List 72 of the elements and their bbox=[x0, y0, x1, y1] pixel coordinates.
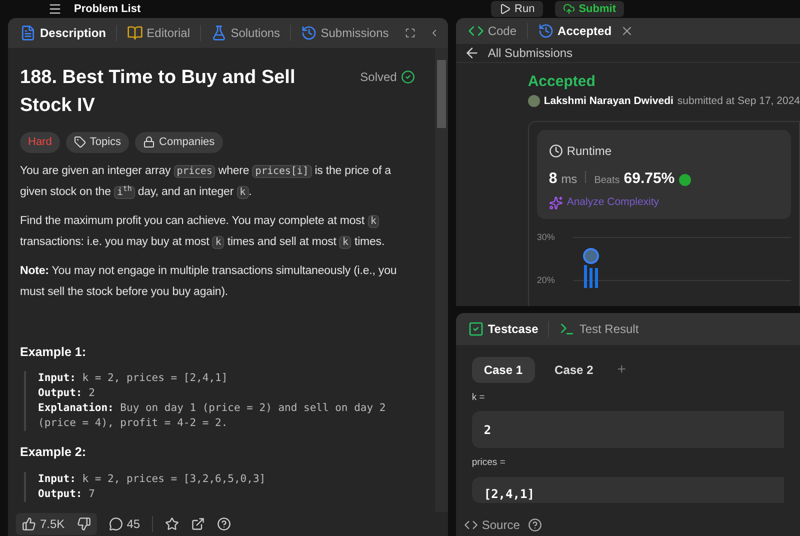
input-label: prices = bbox=[472, 456, 506, 470]
book-icon bbox=[126, 25, 143, 41]
runtime-unit: ms bbox=[561, 171, 578, 188]
description-paragraph: Note: You may not engage in multiple transactions simultaneously (i.e., you must sell the stock before you buy again). bbox=[20, 264, 398, 300]
problem-list-link[interactable]: Problem List bbox=[74, 0, 141, 18]
upload-icon bbox=[562, 3, 575, 15]
beats-label: Beats bbox=[594, 174, 620, 188]
submit-button[interactable]: Submit bbox=[554, 1, 624, 17]
problem-title: 188. Best Time to Buy and Sell Stock IV bbox=[20, 66, 296, 118]
difficulty-badge: Hard bbox=[20, 132, 60, 152]
checkbox-icon bbox=[468, 321, 484, 337]
panel-tab[interactable]: Accepted bbox=[534, 18, 638, 44]
description-paragraph: Find the maximum profit you can achieve. You may complete at most k transactions: i.e. you may buy at most k times and sell at most k times. bbox=[20, 214, 386, 250]
histogram-drawing bbox=[580, 248, 601, 288]
input-field[interactable]: [2,4,1] bbox=[472, 476, 784, 502]
thumbs-down-icon[interactable] bbox=[76, 517, 91, 531]
avatar bbox=[528, 95, 540, 108]
source-button[interactable]: Source bbox=[464, 516, 520, 534]
play-icon bbox=[498, 3, 511, 15]
input-field[interactable]: 2 bbox=[472, 411, 784, 448]
example-heading: Example 2: bbox=[20, 444, 88, 462]
panel-tab[interactable]: Editorial bbox=[122, 20, 194, 46]
menu-icon[interactable] bbox=[48, 2, 62, 16]
history-icon bbox=[538, 23, 554, 39]
share-icon[interactable] bbox=[191, 517, 206, 531]
help-icon[interactable] bbox=[217, 517, 232, 531]
flask-icon bbox=[210, 25, 227, 41]
accepted-status: Accepted bbox=[528, 72, 596, 92]
document-icon bbox=[20, 25, 36, 41]
runtime-value: 8 bbox=[548, 169, 558, 190]
clock-icon bbox=[548, 144, 563, 158]
back-arrow-icon bbox=[464, 45, 480, 61]
panel-tab[interactable]: Code bbox=[464, 18, 521, 44]
thumbs-up-icon bbox=[22, 517, 36, 531]
case-tab[interactable]: Case 1 bbox=[472, 357, 535, 383]
example-line: Output: 7 bbox=[38, 487, 96, 502]
tag-icon bbox=[74, 136, 86, 148]
beats-value: 69.75% bbox=[624, 169, 675, 190]
axis-tick-label: 20% bbox=[536, 274, 556, 287]
submitted-date: submitted at Sep 17, 2024 bbox=[677, 94, 800, 108]
topics-tag[interactable]: Topics bbox=[66, 132, 130, 152]
example-line: Input: k = 2, prices = [2,4,1] bbox=[38, 371, 229, 386]
panel-tab[interactable]: Submissions bbox=[296, 20, 393, 46]
example-line: Output: 2 bbox=[38, 386, 96, 402]
code-icon bbox=[464, 518, 478, 532]
terminal-icon bbox=[559, 321, 576, 337]
companies-tag[interactable]: Companies bbox=[135, 132, 223, 152]
lock-icon bbox=[143, 136, 156, 148]
check-icon bbox=[400, 70, 415, 84]
runtime-label: Runtime bbox=[548, 142, 779, 160]
scrollbar[interactable] bbox=[434, 48, 448, 512]
panel-tab[interactable]: Solutions bbox=[206, 20, 284, 46]
input-label: k = bbox=[472, 391, 486, 405]
solved-status: Solved bbox=[360, 68, 415, 86]
all-submissions-link[interactable]: All Submissions bbox=[456, 44, 800, 63]
example-heading: Example 1: bbox=[20, 344, 88, 361]
help-icon[interactable] bbox=[528, 518, 542, 532]
case-tab[interactable]: Case 2 bbox=[542, 357, 606, 383]
author-name: Lakshmi Narayan Dwivedi bbox=[544, 94, 674, 108]
sparkle-icon bbox=[548, 196, 563, 210]
run-button[interactable]: Run bbox=[490, 1, 543, 17]
history-icon bbox=[300, 25, 317, 41]
comment-icon bbox=[108, 517, 123, 531]
panel-tab[interactable]: Description bbox=[16, 20, 110, 46]
star-icon[interactable] bbox=[165, 517, 180, 531]
axis-tick-label: 30% bbox=[536, 230, 556, 244]
example-line: Input: k = 2, prices = [3,2,6,5,0,3] bbox=[38, 472, 267, 487]
panel-tab[interactable]: Test Result bbox=[555, 316, 643, 342]
comments-button[interactable]: 45 bbox=[108, 515, 140, 533]
example-line: Explanation: Buy on day 1 (price = 2) and sell on day 2 (price = 4), profit = 4-2 = 2. bbox=[38, 401, 387, 432]
description-paragraph: You are given an integer array prices where prices[i] is the price of a given stock on the i$^{th}$ day, and an integer k . bbox=[20, 164, 392, 200]
panel-tab[interactable]: Testcase bbox=[464, 316, 542, 342]
